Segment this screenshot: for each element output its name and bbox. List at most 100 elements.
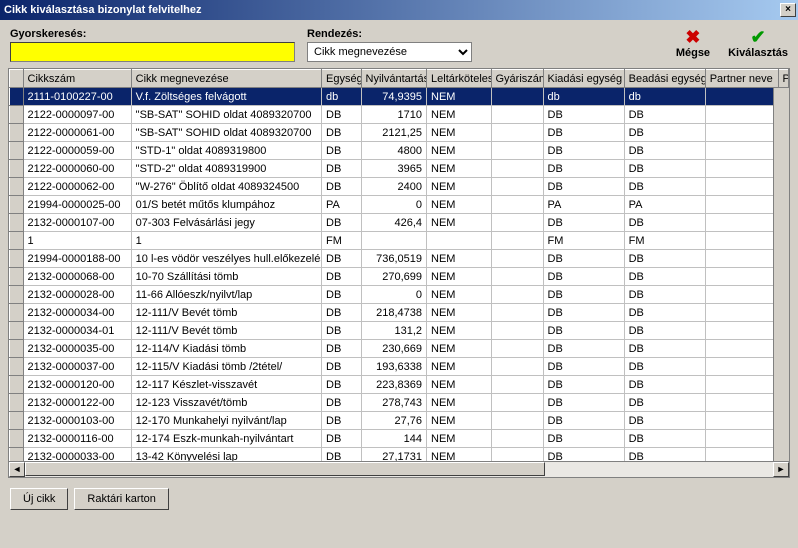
cell-partner[interactable]	[705, 196, 778, 214]
row-header[interactable]	[10, 196, 24, 214]
cell-serial[interactable]	[491, 268, 543, 286]
cell-unit[interactable]: DB	[322, 178, 362, 196]
cell-name[interactable]: 11-66 Allóeszk/nyilvt/lap	[131, 286, 321, 304]
horizontal-scrollbar[interactable]: ◄ ►	[9, 461, 789, 477]
cell-out[interactable]: DB	[543, 394, 624, 412]
row-header[interactable]	[10, 394, 24, 412]
cell-out[interactable]: DB	[543, 142, 624, 160]
cell-name[interactable]: "SB-SAT" SOHID oldat 4089320700	[131, 106, 321, 124]
table-row[interactable]: 2122-0000060-00"STD-2" oldat 4089319900 D…	[10, 160, 789, 178]
cell-serial[interactable]	[491, 124, 543, 142]
cell-serial[interactable]	[491, 88, 543, 106]
cell-inv[interactable]: NEM	[427, 142, 491, 160]
cell-qty[interactable]: 131,2	[361, 322, 427, 340]
cell-out[interactable]: DB	[543, 250, 624, 268]
column-header[interactable]: Kiadási egység	[543, 70, 624, 88]
cell-id[interactable]: 2111-0100227-00	[23, 88, 131, 106]
table-row[interactable]: 2132-0000120-0012-117 Készlet-visszavétD…	[10, 376, 789, 394]
cell-inv[interactable]: NEM	[427, 124, 491, 142]
cell-out[interactable]: DB	[543, 340, 624, 358]
select-button[interactable]: ✔ Kiválasztás	[728, 28, 788, 59]
cell-partner[interactable]	[705, 88, 778, 106]
cell-qty[interactable]: 2121,25	[361, 124, 427, 142]
cell-unit[interactable]: DB	[322, 250, 362, 268]
cell-unit[interactable]: PA	[322, 196, 362, 214]
cell-unit[interactable]: DB	[322, 376, 362, 394]
cell-serial[interactable]	[491, 286, 543, 304]
cell-out[interactable]: DB	[543, 160, 624, 178]
row-header[interactable]	[10, 268, 24, 286]
cell-in[interactable]: DB	[624, 430, 705, 448]
cell-serial[interactable]	[491, 430, 543, 448]
cell-partner[interactable]	[705, 106, 778, 124]
cell-in[interactable]: DB	[624, 340, 705, 358]
row-header[interactable]	[10, 106, 24, 124]
cell-serial[interactable]	[491, 232, 543, 250]
row-header[interactable]	[10, 304, 24, 322]
cell-in[interactable]: DB	[624, 124, 705, 142]
cell-unit[interactable]: DB	[322, 340, 362, 358]
cell-name[interactable]: 10 l-es vödör veszélyes hull.előkezelés	[131, 250, 321, 268]
cancel-button[interactable]: ✖ Mégse	[676, 28, 710, 59]
cell-partner[interactable]	[705, 304, 778, 322]
cell-out[interactable]: PA	[543, 196, 624, 214]
cell-serial[interactable]	[491, 340, 543, 358]
column-header[interactable]: Partner neve	[705, 70, 778, 88]
cell-serial[interactable]	[491, 142, 543, 160]
cell-unit[interactable]: DB	[322, 394, 362, 412]
cell-in[interactable]: DB	[624, 214, 705, 232]
cell-serial[interactable]	[491, 304, 543, 322]
cell-out[interactable]: DB	[543, 376, 624, 394]
table-row[interactable]: 2122-0000062-00"W-276" Öblítő oldat 4089…	[10, 178, 789, 196]
table-row[interactable]: 2122-0000061-00"SB-SAT" SOHID oldat 4089…	[10, 124, 789, 142]
scroll-left-button[interactable]: ◄	[9, 462, 25, 477]
cell-inv[interactable]	[427, 232, 491, 250]
table-row[interactable]: 2132-0000103-0012-170 Munkahelyi nyilván…	[10, 412, 789, 430]
row-header[interactable]	[10, 286, 24, 304]
cell-name[interactable]: 12-170 Munkahelyi nyilvánt/lap	[131, 412, 321, 430]
cell-partner[interactable]	[705, 286, 778, 304]
cell-partner[interactable]	[705, 268, 778, 286]
stock-card-button[interactable]: Raktári karton	[74, 488, 168, 510]
cell-inv[interactable]: NEM	[427, 394, 491, 412]
cell-inv[interactable]: NEM	[427, 322, 491, 340]
cell-inv[interactable]: NEM	[427, 430, 491, 448]
cell-qty[interactable]: 27,76	[361, 412, 427, 430]
cell-out[interactable]: FM	[543, 232, 624, 250]
cell-name[interactable]: V.f. Zöltséges felvágott	[131, 88, 321, 106]
cell-name[interactable]: "SB-SAT" SOHID oldat 4089320700	[131, 124, 321, 142]
cell-id[interactable]: 2122-0000061-00	[23, 124, 131, 142]
cell-id[interactable]: 2122-0000059-00	[23, 142, 131, 160]
cell-qty[interactable]: 144	[361, 430, 427, 448]
row-header[interactable]	[10, 232, 24, 250]
row-header[interactable]	[10, 160, 24, 178]
cell-name[interactable]: 07-303 Felvásárlási jegy	[131, 214, 321, 232]
cell-qty[interactable]: 4800	[361, 142, 427, 160]
column-header[interactable]: P	[778, 70, 788, 88]
cell-qty[interactable]: 218,4738	[361, 304, 427, 322]
column-header[interactable]: Cikkszám	[23, 70, 131, 88]
cell-id[interactable]: 2122-0000060-00	[23, 160, 131, 178]
table-row[interactable]: 2132-0000122-0012-123 Visszavét/tömbDB27…	[10, 394, 789, 412]
cell-partner[interactable]	[705, 142, 778, 160]
scroll-right-button[interactable]: ►	[773, 462, 789, 477]
table-row[interactable]: 11FMFMFM	[10, 232, 789, 250]
cell-partner[interactable]	[705, 178, 778, 196]
cell-name[interactable]: "STD-2" oldat 4089319900	[131, 160, 321, 178]
cell-partner[interactable]	[705, 394, 778, 412]
cell-serial[interactable]	[491, 160, 543, 178]
cell-name[interactable]: 12-115/V Kiadási tömb /2tétel/	[131, 358, 321, 376]
cell-unit[interactable]: DB	[322, 142, 362, 160]
cell-unit[interactable]: DB	[322, 358, 362, 376]
cell-name[interactable]: 12-123 Visszavét/tömb	[131, 394, 321, 412]
cell-unit[interactable]: FM	[322, 232, 362, 250]
cell-qty[interactable]: 0	[361, 196, 427, 214]
cell-in[interactable]: PA	[624, 196, 705, 214]
table-row[interactable]: 2122-0000097-00"SB-SAT" SOHID oldat 4089…	[10, 106, 789, 124]
cell-unit[interactable]: DB	[322, 430, 362, 448]
cell-in[interactable]: DB	[624, 412, 705, 430]
cell-in[interactable]: DB	[624, 160, 705, 178]
cell-id[interactable]: 2122-0000062-00	[23, 178, 131, 196]
cell-unit[interactable]: DB	[322, 106, 362, 124]
cell-unit[interactable]: db	[322, 88, 362, 106]
